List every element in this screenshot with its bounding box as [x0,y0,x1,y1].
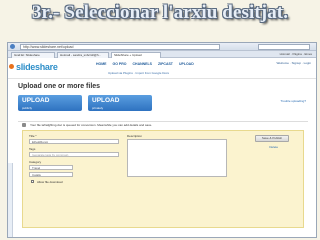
account-links[interactable]: Welcome · Signup · Login [277,61,311,65]
upload-alt-links[interactable]: Upload via Plugins · Import from Google … [108,71,169,75]
title-input[interactable]: EjhekjRenoj [29,139,119,144]
nav-upload[interactable]: UPLOAD [179,62,194,66]
main-nav: HOME GO PRO CHANNELS ZIPCAST UPLOAD [96,62,194,66]
browser-search-input[interactable] [258,44,310,50]
slideshare-logo[interactable]: slideshare [16,62,58,72]
back-icon[interactable] [10,44,15,49]
upload-publicly-button[interactable]: UPLOAD publicly [18,95,82,111]
slide-title: 3r.- Seleccionar l'arxiu desitjat. [31,2,289,23]
language-select[interactable]: Català [29,172,73,177]
nav-home[interactable]: HOME [96,62,107,66]
url-field[interactable]: http://www.slideshare.net/upload [20,44,220,50]
upload-heading: Upload one or more files [18,83,101,90]
upload-publicly-sub: publicly [22,106,33,110]
allow-download-checkbox[interactable] [31,180,34,183]
nav-zipcast[interactable]: ZIPCAST [158,62,173,66]
tags-input[interactable]: (separate tags by commas) [29,152,119,157]
allow-download-label: Allow file download [37,180,63,184]
browser-screenshot: http://www.slideshare.net/upload Grail E… [7,42,317,238]
save-publish-button[interactable]: Save & Publish [255,135,289,142]
category-select[interactable]: Travel [29,165,73,170]
upload-publicly-label: UPLOAD [22,97,50,104]
description-textarea[interactable] [127,139,227,177]
category-label: Category [29,160,42,164]
trouble-uploading-link[interactable]: Trouble uploading? [280,99,306,103]
upload-details-panel: Your file tafrafgflimg.doc is queued for… [18,121,308,231]
left-sidebar-strip [8,163,13,237]
file-details-form: Title * EjhekjRenoj Tags (separate tags … [22,130,304,228]
upload-privately-button[interactable]: UPLOAD privately [88,95,152,111]
nav-channels[interactable]: CHANNELS [133,62,152,66]
nav-go-pro[interactable]: GO PRO [113,62,127,66]
address-bar: http://www.slideshare.net/upload [8,43,316,51]
tags-label: Tags [29,147,36,151]
file-icon [22,123,26,127]
slideshare-header: slideshare HOME GO PRO CHANNELS ZIPCAST … [8,58,316,79]
slideshare-logo-icon [9,64,14,69]
title-label: Title * [29,134,37,138]
queue-status: Your file tafrafgflimg.doc is queued for… [30,123,153,127]
browser-toolbar-menu[interactable]: Hotmail · Pàgina · Eines [280,52,312,57]
tab-bar: Grail Et: Slideshare Hotmail - sandra_sn… [8,51,316,58]
delete-link[interactable]: Delete [269,145,278,149]
description-label: Description [127,134,143,138]
upload-privately-label: UPLOAD [92,97,120,104]
upload-privately-sub: privately [92,106,104,110]
